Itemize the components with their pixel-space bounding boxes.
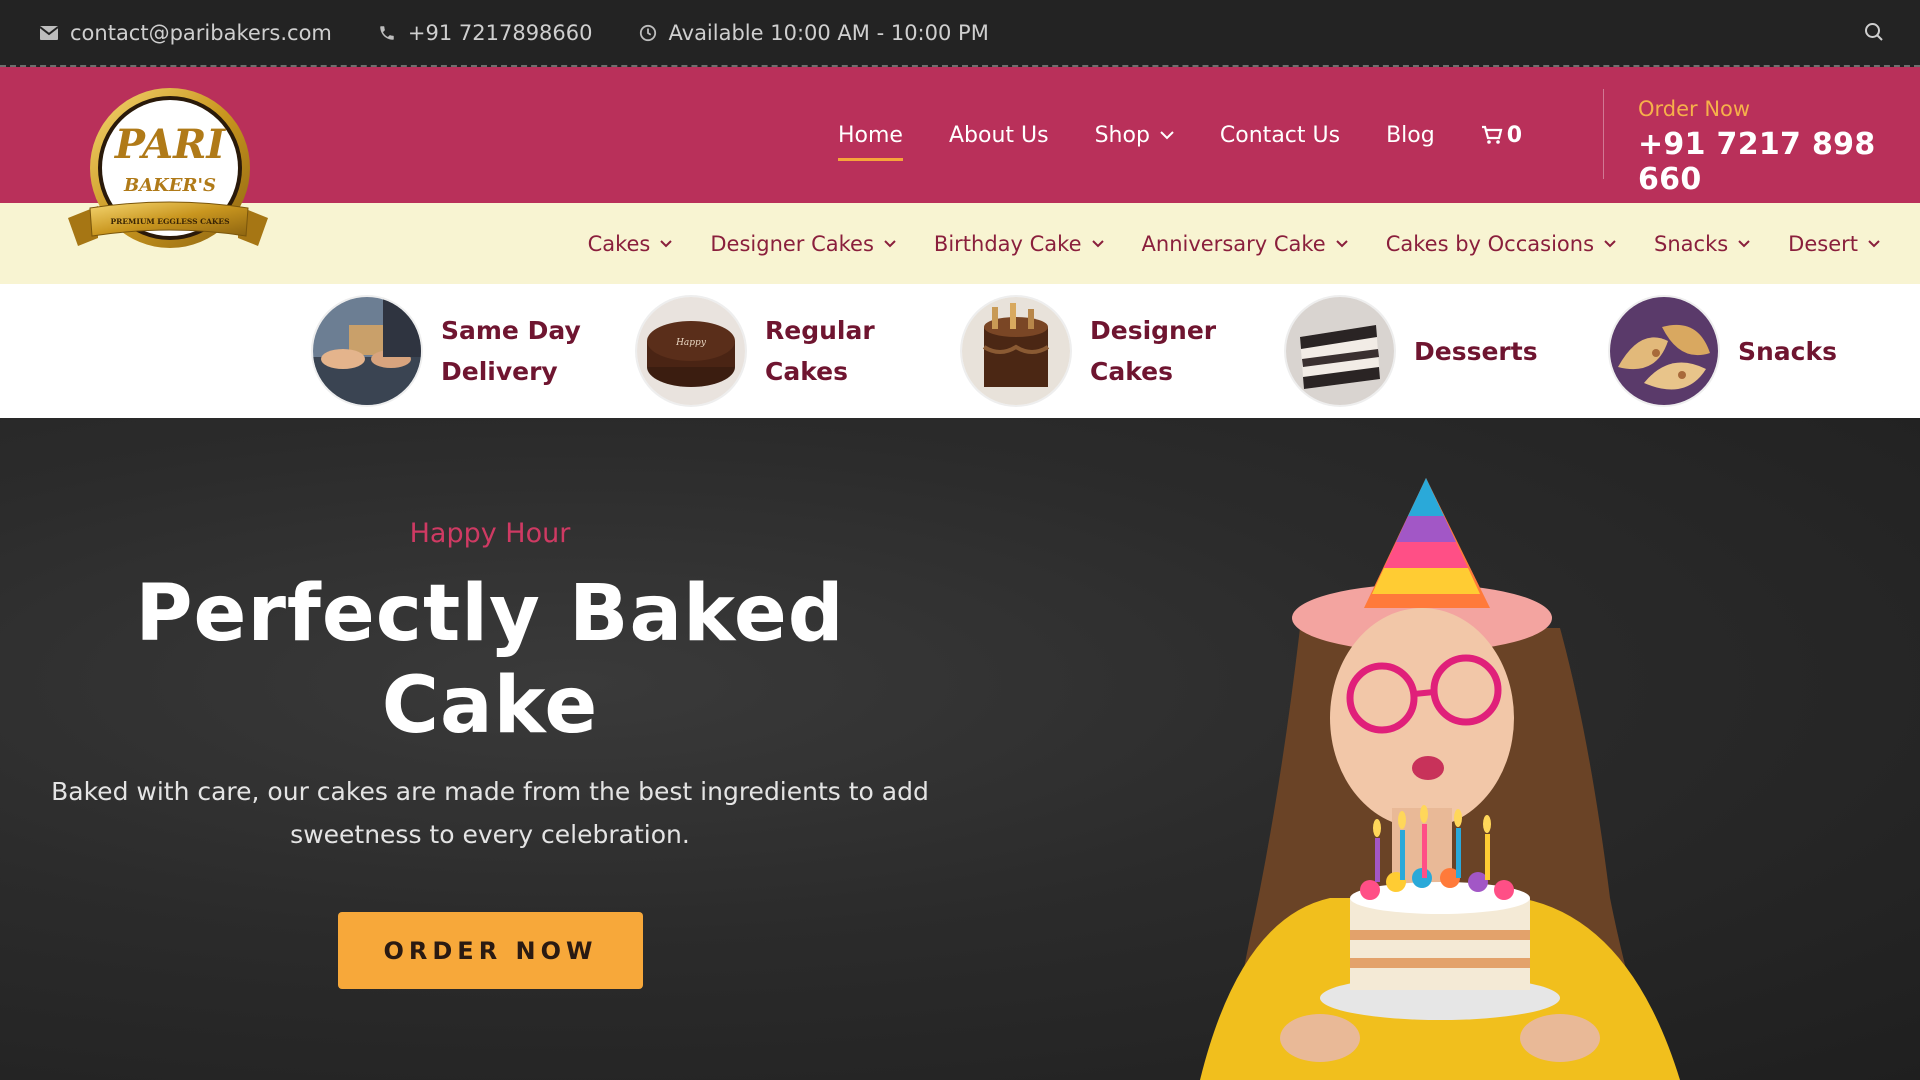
hero-title-line1: Perfectly Baked: [135, 569, 845, 659]
cart-button[interactable]: 0: [1481, 123, 1522, 148]
subnav-snacks[interactable]: Snacks: [1654, 232, 1750, 256]
category-regular-cakes[interactable]: Happy Regular Cakes: [637, 296, 915, 406]
chevron-down-icon: [884, 239, 896, 247]
featured-categories: Same Day Delivery Happy Regular Cakes Desi…: [0, 284, 1920, 418]
designer-cakes-image: [962, 297, 1070, 405]
category-desserts[interactable]: Desserts: [1286, 296, 1564, 406]
logo-text-bakers: BAKER'S: [123, 175, 216, 196]
order-now-box[interactable]: Order Now +91 7217 898 660: [1638, 97, 1920, 197]
order-now-button[interactable]: ORDER NOW: [338, 912, 643, 989]
category-label-line1: Desserts: [1414, 336, 1538, 366]
search-icon: [1865, 23, 1883, 41]
category-label-line2: Cakes: [1090, 357, 1174, 386]
main-nav: Home About Us Shop Contact Us Blog 0: [838, 67, 1522, 203]
category-snacks[interactable]: Snacks: [1610, 296, 1888, 406]
category-nav: Cakes Designer Cakes Birthday Cake Anniv…: [0, 203, 1920, 284]
nav-shop[interactable]: Shop: [1095, 109, 1174, 161]
hours-info: Available 10:00 AM - 10:00 PM: [639, 21, 989, 45]
hero-banner: Happy Hour Perfectly Baked Cake Baked wi…: [0, 418, 1920, 1080]
hero-desc-line2: sweetness to every celebration.: [290, 820, 690, 849]
nav-home[interactable]: Home: [838, 109, 903, 161]
subnav-anniversary-cake[interactable]: Anniversary Cake: [1142, 232, 1348, 256]
pari-bakers-logo: PARI BAKER'S PREMIUM EGGLESS CAKES: [68, 88, 268, 248]
phone-icon: [380, 25, 394, 40]
category-same-day-delivery[interactable]: Same Day Delivery: [313, 296, 591, 406]
chevron-down-icon: [1738, 239, 1750, 247]
chevron-down-icon: [1160, 130, 1174, 139]
nav-contact-us[interactable]: Contact Us: [1220, 109, 1340, 161]
order-now-label: Order Now: [1638, 97, 1751, 121]
girl-blowing-candles-image: [1200, 478, 1680, 1080]
chevron-down-icon: [1868, 239, 1880, 247]
hours-text: Available 10:00 AM - 10:00 PM: [668, 20, 989, 45]
subnav-desert[interactable]: Desert: [1788, 232, 1880, 256]
chevron-down-icon: [1604, 239, 1616, 247]
desserts-image: [1286, 297, 1394, 405]
category-designer-cakes[interactable]: Designer Cakes: [962, 296, 1240, 406]
site-logo[interactable]: PARI BAKER'S PREMIUM EGGLESS CAKES: [68, 88, 268, 258]
phone-text: +91 7217898660: [407, 20, 593, 45]
hero-title-line2: Cake: [381, 661, 599, 751]
main-header: Home About Us Shop Contact Us Blog 0 Ord…: [0, 67, 1920, 203]
category-label-line1: Regular: [765, 316, 875, 345]
snacks-image: [1610, 297, 1718, 405]
cart-count: 0: [1506, 122, 1523, 148]
email-contact[interactable]: contact@paribakers.com: [40, 21, 332, 45]
category-label-line2: Cakes: [765, 357, 849, 386]
subnav-birthday-cake[interactable]: Birthday Cake: [934, 232, 1104, 256]
email-text: contact@paribakers.com: [70, 20, 332, 45]
hero-title: Perfectly Baked Cake: [90, 568, 890, 752]
order-phone[interactable]: +91 7217 898 660: [1638, 127, 1920, 197]
category-label-line1: Same Day: [441, 316, 581, 345]
hero-desc-line1: Baked with care, our cakes are made from…: [51, 777, 929, 806]
subnav-designer-cakes[interactable]: Designer Cakes: [710, 232, 896, 256]
hero-tagline: Happy Hour: [409, 518, 571, 549]
category-label-line1: Snacks: [1738, 336, 1837, 366]
header-divider: [1603, 89, 1604, 179]
category-label-line2: Delivery: [441, 357, 558, 386]
top-bar: contact@paribakers.com +91 7217898660 Av…: [0, 0, 1920, 67]
regular-cakes-image: Happy: [637, 297, 745, 405]
chevron-down-icon: [1336, 239, 1348, 247]
search-button[interactable]: [1864, 22, 1884, 47]
nav-about-us[interactable]: About Us: [949, 109, 1049, 161]
nav-blog[interactable]: Blog: [1386, 109, 1435, 161]
category-label-line1: Designer: [1090, 316, 1217, 345]
logo-ribbon-text: PREMIUM EGGLESS CAKES: [110, 217, 229, 226]
chevron-down-icon: [660, 239, 673, 247]
same-day-delivery-image: [313, 297, 421, 405]
chevron-down-icon: [1091, 239, 1104, 247]
cart-icon: [1481, 125, 1503, 144]
hero-description: Baked with care, our cakes are made from…: [40, 770, 940, 856]
svg-text:Happy: Happy: [675, 338, 707, 348]
subnav-cakes-by-occasions[interactable]: Cakes by Occasions: [1386, 232, 1616, 256]
phone-contact[interactable]: +91 7217898660: [378, 21, 593, 45]
envelope-icon: [40, 25, 58, 40]
logo-text-pari: PARI: [114, 121, 226, 168]
subnav-cakes[interactable]: Cakes: [588, 232, 673, 256]
clock-icon: [639, 24, 656, 41]
